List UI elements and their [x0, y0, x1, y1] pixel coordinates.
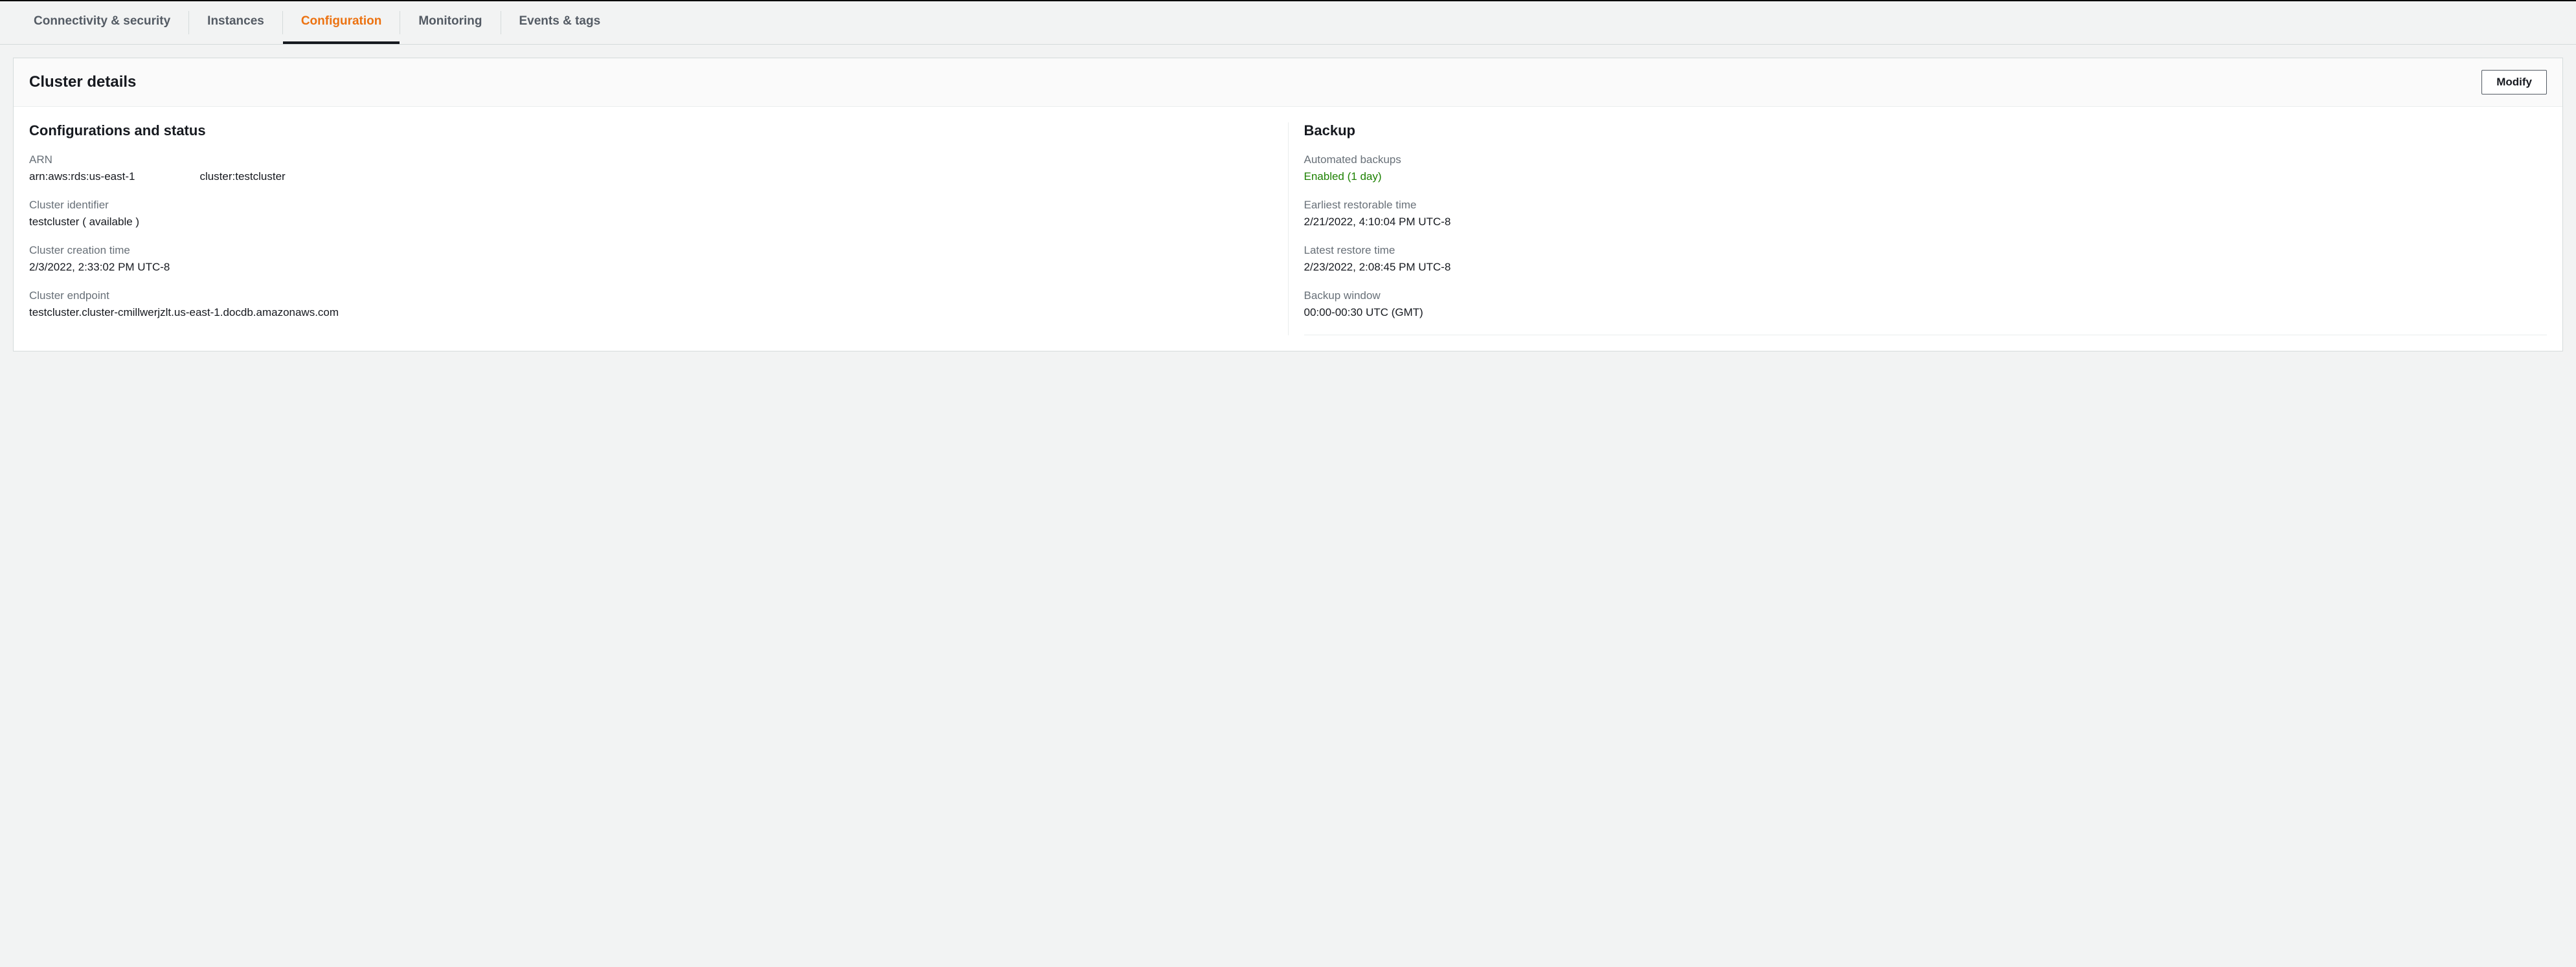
arn-value: arn:aws:rds:us-east-1 cluster:testcluste…	[29, 170, 1272, 183]
arn-field: ARN arn:aws:rds:us-east-1 cluster:testcl…	[29, 153, 1272, 183]
tab-configuration[interactable]: Configuration	[283, 1, 400, 44]
tab-label: Events & tags	[519, 14, 601, 28]
latest-restore-time-value: 2/23/2022, 2:08:45 PM UTC-8	[1304, 261, 2548, 274]
tab-label: Configuration	[301, 14, 382, 28]
automated-backups-label: Automated backups	[1304, 153, 2548, 166]
arn-label: ARN	[29, 153, 1272, 166]
earliest-restorable-time-field: Earliest restorable time 2/21/2022, 4:10…	[1304, 199, 2548, 228]
card-header: Cluster details Modify	[14, 58, 2562, 107]
cluster-creation-time-value: 2/3/2022, 2:33:02 PM UTC-8	[29, 261, 1272, 274]
arn-prefix: arn:aws:rds:us-east-1	[29, 170, 135, 183]
configurations-section-title: Configurations and status	[29, 122, 1272, 139]
automated-backups-field: Automated backups Enabled (1 day)	[1304, 153, 2548, 183]
tab-label: Instances	[207, 14, 264, 28]
cluster-endpoint-value: testcluster.cluster-cmillwerjzlt.us-east…	[29, 306, 1272, 319]
tab-label: Monitoring	[418, 14, 482, 28]
latest-restore-time-label: Latest restore time	[1304, 244, 2548, 257]
tab-label: Connectivity & security	[34, 14, 170, 28]
backup-column: Backup Automated backups Enabled (1 day)…	[1288, 122, 2548, 335]
configurations-column: Configurations and status ARN arn:aws:rd…	[29, 122, 1288, 335]
tab-connectivity-security[interactable]: Connectivity & security	[16, 1, 188, 44]
latest-restore-time-field: Latest restore time 2/23/2022, 2:08:45 P…	[1304, 244, 2548, 274]
tab-events-tags[interactable]: Events & tags	[501, 1, 619, 44]
tab-monitoring[interactable]: Monitoring	[400, 1, 500, 44]
earliest-restorable-time-value: 2/21/2022, 4:10:04 PM UTC-8	[1304, 216, 2548, 228]
card-title: Cluster details	[29, 73, 136, 91]
card-body: Configurations and status ARN arn:aws:rd…	[14, 107, 2562, 351]
cluster-identifier-label: Cluster identifier	[29, 199, 1272, 212]
arn-suffix: cluster:testcluster	[199, 170, 285, 183]
cluster-endpoint-label: Cluster endpoint	[29, 289, 1272, 302]
tab-bar: Connectivity & security Instances Config…	[0, 1, 2576, 45]
cluster-identifier-field: Cluster identifier testcluster ( availab…	[29, 199, 1272, 228]
automated-backups-value: Enabled (1 day)	[1304, 170, 2548, 183]
backup-window-field: Backup window 00:00-00:30 UTC (GMT)	[1304, 289, 2548, 319]
backup-window-value: 00:00-00:30 UTC (GMT)	[1304, 306, 2548, 319]
earliest-restorable-time-label: Earliest restorable time	[1304, 199, 2548, 212]
tab-instances[interactable]: Instances	[189, 1, 282, 44]
page-root: Connectivity & security Instances Config…	[0, 0, 2576, 351]
cluster-details-card: Cluster details Modify Configurations an…	[13, 58, 2563, 351]
cluster-identifier-value: testcluster ( available )	[29, 216, 1272, 228]
cluster-creation-time-field: Cluster creation time 2/3/2022, 2:33:02 …	[29, 244, 1272, 274]
backup-section-title: Backup	[1304, 122, 2548, 139]
backup-window-label: Backup window	[1304, 289, 2548, 302]
cluster-creation-time-label: Cluster creation time	[29, 244, 1272, 257]
modify-button[interactable]: Modify	[2481, 70, 2547, 94]
cluster-endpoint-field: Cluster endpoint testcluster.cluster-cmi…	[29, 289, 1272, 319]
